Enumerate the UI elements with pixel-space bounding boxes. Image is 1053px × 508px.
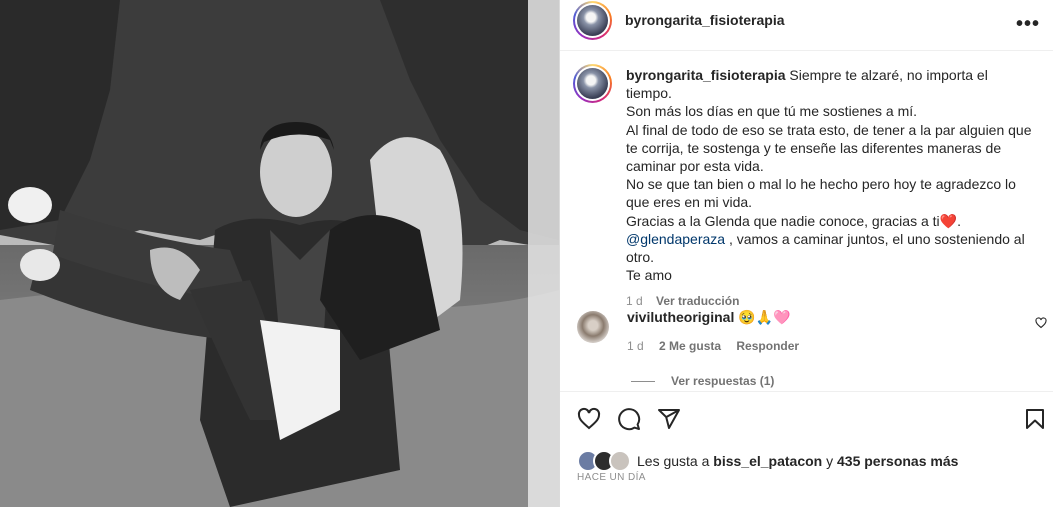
- comments-scroll-area[interactable]: byrongarita_fisioterapia Siempre te alza…: [560, 51, 1053, 391]
- author-avatar[interactable]: [573, 1, 612, 40]
- likes-summary: Les gusta a biss_el_patacon y 435 person…: [577, 450, 958, 472]
- comment-body: 🥹🙏🩷: [738, 309, 791, 325]
- likes-text: Les gusta a biss_el_patacon y 435 person…: [637, 453, 958, 469]
- likes-join: y: [826, 453, 834, 469]
- save-bookmark-icon[interactable]: [1023, 407, 1047, 431]
- comment-meta: 1 d 2 Me gusta Responder: [627, 339, 811, 353]
- caption-line: Al final de todo de eso se trata esto, d…: [626, 121, 1032, 175]
- comment-like-icon[interactable]: [1035, 317, 1047, 329]
- caption-time: 1 d: [626, 294, 643, 309]
- reply-button[interactable]: Responder: [736, 339, 799, 353]
- caption-line: Son más los días en que tú me sostienes …: [626, 103, 918, 120]
- post-timestamp: HACE UN DÍA: [577, 472, 646, 483]
- caption-line: Gracias a la Glenda que nadie conoce, gr…: [626, 212, 961, 229]
- caption-meta: 1 d Ver traducción: [626, 292, 1036, 310]
- more-options-icon[interactable]: •••: [1016, 13, 1040, 36]
- caption-author-avatar[interactable]: [573, 64, 612, 103]
- comment-text: vivilutheoriginal 🥹🙏🩷: [627, 309, 791, 326]
- post-actions: Les gusta a biss_el_patacon y 435 person…: [560, 391, 1053, 508]
- liker-avatar[interactable]: [609, 450, 631, 472]
- share-icon[interactable]: [657, 407, 681, 431]
- likes-prefix: Les gusta a: [637, 453, 710, 469]
- commenter-username[interactable]: vivilutheoriginal: [627, 309, 734, 325]
- translate-link[interactable]: Ver traducción: [656, 294, 739, 308]
- view-replies-button[interactable]: Ver respuestas (1): [631, 374, 774, 388]
- comment-likes[interactable]: 2 Me gusta: [659, 339, 721, 353]
- likes-others-button[interactable]: 435 personas más: [837, 453, 958, 469]
- post-side-panel: byrongarita_fisioterapia ••• byrongarita…: [559, 0, 1053, 507]
- caption-line: Te amo: [626, 267, 672, 284]
- caption-line: No se que tan bien o mal lo he hecho per…: [626, 176, 1016, 211]
- author-username[interactable]: byrongarita_fisioterapia: [625, 12, 785, 28]
- like-heart-icon[interactable]: [577, 407, 601, 431]
- post-caption: byrongarita_fisioterapia Siempre te alza…: [626, 66, 1036, 311]
- liker-username[interactable]: biss_el_patacon: [713, 453, 822, 469]
- view-replies-label: Ver respuestas (1): [671, 374, 775, 388]
- comment-time: 1 d: [627, 339, 644, 353]
- caption-username[interactable]: byrongarita_fisioterapia: [626, 67, 786, 83]
- comment-icon[interactable]: [617, 407, 641, 431]
- replies-divider: [631, 381, 655, 383]
- post-photo[interactable]: [0, 0, 559, 507]
- post-header: byrongarita_fisioterapia •••: [560, 0, 1053, 51]
- mention-link[interactable]: @glendaperaza: [626, 231, 725, 247]
- commenter-avatar[interactable]: [577, 311, 609, 343]
